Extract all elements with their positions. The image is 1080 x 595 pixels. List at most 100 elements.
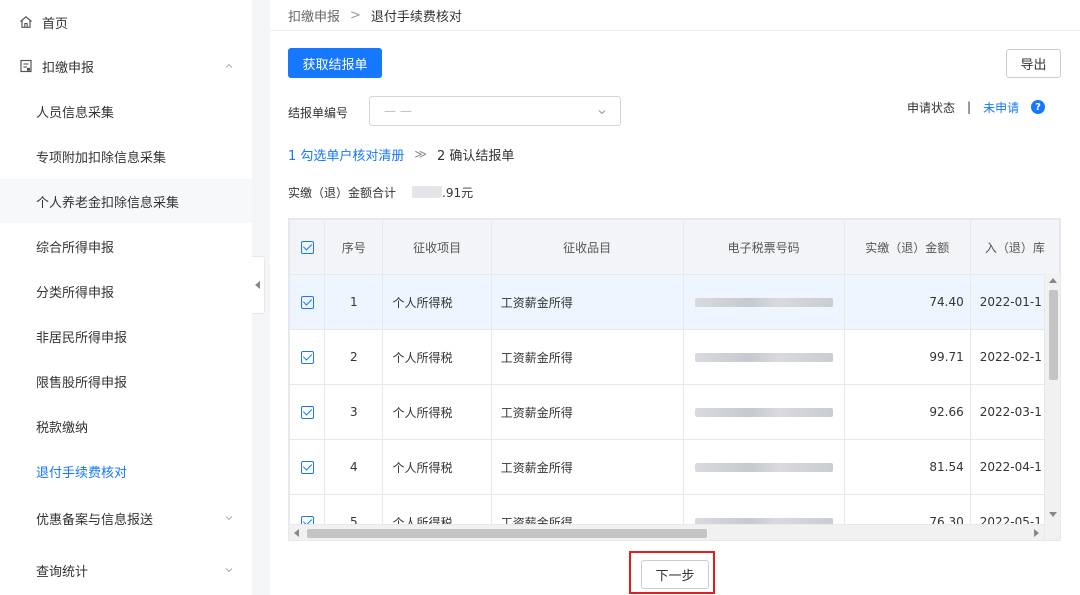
scroll-thumb[interactable]: [307, 529, 707, 538]
main-panel: 扣缴申报 > 退付手续费核对 获取结报单 导出 结报单编号 — — 申请状态 |…: [270, 0, 1080, 595]
breadcrumb: 扣缴申报 > 退付手续费核对: [288, 0, 462, 30]
application-status: 申请状态 | 未申请 ?: [907, 98, 1046, 116]
status-value: 未申请: [983, 100, 1020, 115]
divider: [270, 30, 1080, 31]
nav-declare-group[interactable]: 扣缴申报: [0, 44, 252, 88]
checkbox-checked-icon: [300, 296, 314, 309]
redacted-value: [694, 463, 833, 472]
col-header: 实缴（退）金额: [843, 219, 971, 275]
sidebar-item-special-deduction[interactable]: 专项附加扣除信息采集: [0, 134, 252, 178]
scroll-up-icon[interactable]: [1049, 278, 1057, 283]
report-icon: [18, 58, 34, 74]
table-row[interactable]: 2 个人所得税 工资薪金所得 99.71 2022-02-1: [289, 329, 1060, 385]
cell-category: 工资薪金所得: [490, 329, 684, 385]
select-all-checkbox[interactable]: [289, 219, 326, 275]
cell-amount: 81.54: [843, 439, 971, 495]
settlement-number-select[interactable]: — —: [369, 96, 621, 126]
cell-amount: 92.66: [843, 384, 971, 440]
checkbox-checked-icon: [300, 351, 314, 364]
col-header: 序号: [324, 219, 384, 275]
sidebar-item-label: 专项附加扣除信息采集: [36, 150, 167, 166]
checkbox-checked-icon: [300, 241, 314, 254]
scroll-right-icon[interactable]: [1034, 529, 1039, 537]
cell-no: 4: [324, 439, 384, 495]
sidebar-item-classified[interactable]: 分类所得申报: [0, 269, 252, 313]
cell-no: 3: [324, 384, 384, 440]
sidebar-item-label: 个人养老金扣除信息采集: [36, 195, 180, 211]
sidebar-item-pension[interactable]: 个人养老金扣除信息采集: [0, 179, 252, 223]
sidebar-item-label: 非居民所得申报: [36, 330, 128, 346]
cell-ticket-redacted: [682, 274, 845, 330]
sidebar-collapse-handle[interactable]: [252, 256, 265, 314]
sidebar-item-fee-refund[interactable]: 退付手续费核对: [0, 449, 252, 493]
redacted-value: [694, 353, 833, 362]
status-divider: |: [967, 100, 972, 114]
sidebar-item-label: 分类所得申报: [36, 285, 115, 301]
row-checkbox[interactable]: [289, 329, 326, 385]
cell-item: 个人所得税: [382, 329, 492, 385]
nav-declare-label: 扣缴申报: [42, 60, 95, 76]
reconciliation-table: 序号 征收项目 征收品目 电子税票号码 实缴（退）金额 入（退）库 1 个人所得…: [288, 218, 1061, 541]
status-label: 申请状态: [907, 100, 956, 115]
export-button[interactable]: 导出: [1006, 49, 1061, 78]
checkbox-checked-icon: [300, 461, 314, 474]
step-1[interactable]: 1 勾选单户核对清册: [288, 145, 404, 164]
sidebar-item-restricted-shares[interactable]: 限售股所得申报: [0, 359, 252, 403]
table-row[interactable]: 4 个人所得税 工资薪金所得 81.54 2022-04-1: [289, 439, 1060, 495]
sidebar-item-label: 综合所得申报: [36, 240, 115, 256]
nav-group-label: 优惠备案与信息报送: [36, 512, 154, 528]
col-header: 入（退）库: [969, 219, 1060, 275]
horizontal-scrollbar[interactable]: [289, 524, 1044, 540]
table-header-row: 序号 征收项目 征收品目 电子税票号码 实缴（退）金额 入（退）库: [289, 219, 1060, 275]
cell-item: 个人所得税: [382, 274, 492, 330]
settlement-number-placeholder: — —: [384, 104, 412, 118]
breadcrumb-separator: >: [350, 7, 361, 23]
chevron-down-icon: [222, 563, 236, 577]
chevron-down-icon: [222, 511, 236, 525]
cell-category: 工资薪金所得: [490, 384, 684, 440]
scroll-down-icon[interactable]: [1049, 512, 1057, 517]
breadcrumb-parent[interactable]: 扣缴申报: [288, 6, 340, 25]
sidebar-item-label: 退付手续费核对: [36, 465, 128, 481]
cell-no: 2: [324, 329, 384, 385]
cell-amount: 74.40: [843, 274, 971, 330]
cell-item: 个人所得税: [382, 439, 492, 495]
cell-amount: 99.71: [843, 329, 971, 385]
step-2: 2 确认结报单: [436, 148, 515, 164]
cell-item: 个人所得税: [382, 384, 492, 440]
help-icon[interactable]: ?: [1031, 100, 1046, 114]
nav-home[interactable]: 首页: [0, 0, 252, 44]
sidebar-item-nonresident[interactable]: 非居民所得申报: [0, 314, 252, 358]
nav-group-label: 查询统计: [36, 564, 89, 580]
table-row[interactable]: 1 个人所得税 工资薪金所得 74.40 2022-01-1: [289, 274, 1060, 330]
scroll-left-icon[interactable]: [294, 529, 299, 537]
row-checkbox[interactable]: [289, 439, 326, 495]
home-icon: [18, 14, 34, 30]
next-step-button[interactable]: 下一步: [641, 560, 709, 589]
total-amount: 实缴（退）金额合计 .91元: [288, 183, 473, 201]
scroll-thumb[interactable]: [1049, 290, 1058, 380]
sidebar-item-tax-payment[interactable]: 税款缴纳: [0, 404, 252, 448]
sidebar-item-label: 人员信息采集: [36, 105, 115, 121]
cell-category: 工资薪金所得: [490, 439, 684, 495]
sidebar-item-personnel[interactable]: 人员信息采集: [0, 89, 252, 133]
cell-category: 工资薪金所得: [490, 274, 684, 330]
col-header: 征收品目: [490, 219, 684, 275]
sidebar-item-comprehensive[interactable]: 综合所得申报: [0, 224, 252, 268]
total-value-suffix: .91元: [442, 185, 474, 200]
fetch-settlement-button[interactable]: 获取结报单: [288, 48, 382, 78]
sidebar-item-label: 税款缴纳: [36, 420, 89, 436]
row-checkbox[interactable]: [289, 384, 326, 440]
vertical-scrollbar[interactable]: [1044, 274, 1060, 540]
table-row[interactable]: 3 个人所得税 工资薪金所得 92.66 2022-03-1: [289, 384, 1060, 440]
nav-group-query[interactable]: 查询统计: [0, 548, 252, 592]
chevron-down-icon: [596, 106, 608, 118]
nav-home-label: 首页: [42, 16, 69, 32]
nav-group-preferential[interactable]: 优惠备案与信息报送: [0, 496, 252, 540]
breadcrumb-current: 退付手续费核对: [370, 9, 462, 25]
cell-ticket-redacted: [682, 439, 845, 495]
step-indicator: 1 勾选单户核对清册 ≫ 2 确认结报单: [288, 145, 515, 164]
row-checkbox[interactable]: [289, 274, 326, 330]
redacted-value: [412, 186, 443, 198]
double-chevron-right-icon: ≫: [414, 147, 427, 161]
